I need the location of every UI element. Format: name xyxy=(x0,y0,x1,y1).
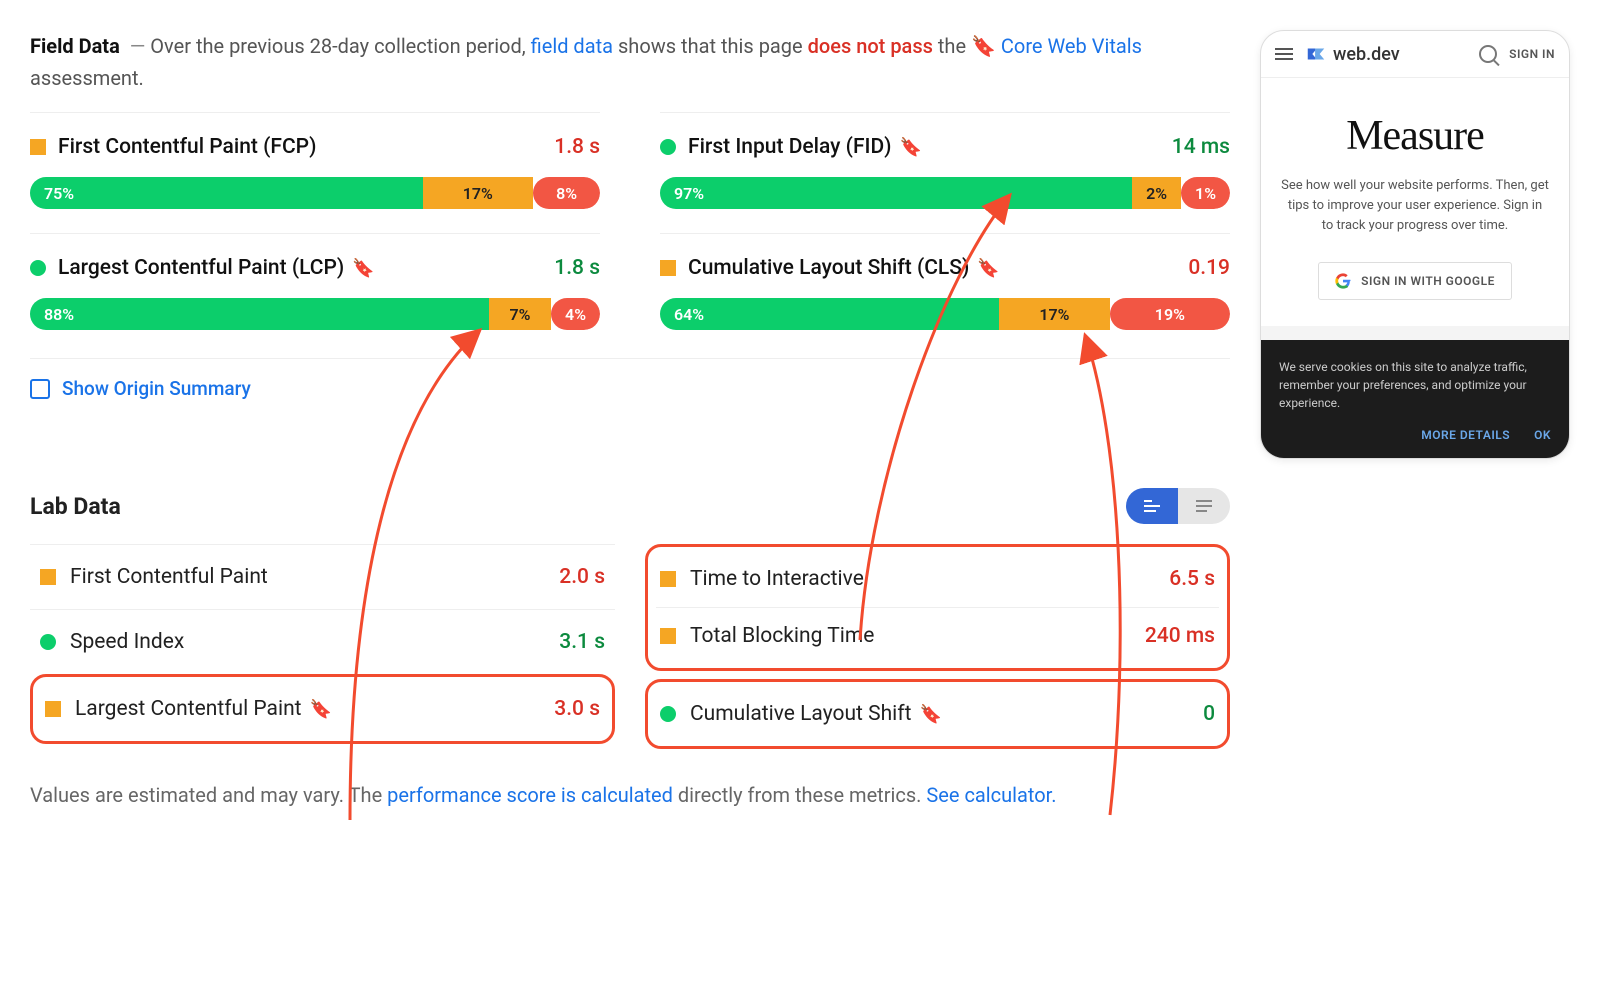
dist-segment: 64% xyxy=(660,298,999,330)
highlight-box: Cumulative Layout Shift 🔖 0 xyxy=(645,679,1230,749)
distribution-bar: 75%17%8% xyxy=(30,177,600,209)
bookmark-icon: 🔖 xyxy=(971,34,996,58)
metric-name: First Input Delay (FID) 🔖 xyxy=(688,135,1160,159)
distribution-bar: 64%17%19% xyxy=(660,298,1230,330)
lab-metric-name: First Contentful Paint xyxy=(70,565,545,589)
lab-metric-value: 2.0 s xyxy=(559,565,605,589)
status-icon xyxy=(40,569,56,585)
checkbox-icon[interactable] xyxy=(30,379,50,399)
status-icon xyxy=(660,628,676,644)
lab-data-heading: Lab Data xyxy=(30,493,121,520)
status-icon xyxy=(660,571,676,587)
sign-in-google-button[interactable]: SIGN IN WITH GOOGLE xyxy=(1318,262,1512,300)
dist-segment: 2% xyxy=(1132,177,1181,209)
perf-score-link[interactable]: performance score is calculated xyxy=(387,783,673,807)
toggle-detailed[interactable] xyxy=(1126,488,1178,524)
lab-row: Speed Index 3.1 s xyxy=(30,609,615,674)
lab-metric-value: 3.0 s xyxy=(554,697,600,721)
metric-value: 1.8 s xyxy=(554,135,600,159)
lab-metric-value: 0 xyxy=(1203,702,1215,726)
lab-row: Time to Interactive 6.5 s xyxy=(656,551,1219,607)
bookmark-icon: 🔖 xyxy=(919,704,941,725)
measure-title: Measure xyxy=(1281,112,1549,160)
lab-metric-name: Speed Index xyxy=(70,630,545,654)
menu-icon[interactable] xyxy=(1275,48,1293,60)
view-toggle[interactable] xyxy=(1126,488,1230,524)
dist-segment: 19% xyxy=(1110,298,1230,330)
metric: Cumulative Layout Shift (CLS) 🔖 0.19 64%… xyxy=(660,233,1230,354)
dist-segment: 17% xyxy=(999,298,1110,330)
status-icon xyxy=(30,139,46,155)
dist-segment: 8% xyxy=(533,177,600,209)
toggle-compact[interactable] xyxy=(1178,488,1230,524)
field-data-link[interactable]: field data xyxy=(531,34,613,58)
distribution-bar: 88%7%4% xyxy=(30,298,600,330)
lab-metric-value: 3.1 s xyxy=(559,630,605,654)
lab-data-grid: First Contentful Paint 2.0 s Speed Index… xyxy=(30,544,1230,749)
bookmark-icon: 🔖 xyxy=(900,137,922,158)
status-icon xyxy=(30,260,46,276)
show-origin-summary[interactable]: Show Origin Summary xyxy=(30,358,1230,418)
measure-desc: See how well your website performs. Then… xyxy=(1281,176,1549,236)
lab-row: Largest Contentful Paint 🔖 3.0 s xyxy=(41,681,604,737)
cookie-ok[interactable]: OK xyxy=(1534,426,1551,444)
field-data-title: Field Data xyxy=(30,34,120,58)
dist-segment: 1% xyxy=(1181,177,1230,209)
cookie-more-details[interactable]: MORE DETAILS xyxy=(1421,426,1510,444)
lab-metric-name: Time to Interactive xyxy=(690,567,1155,591)
lab-metric-value: 6.5 s xyxy=(1169,567,1215,591)
lab-footer: Values are estimated and may vary. The p… xyxy=(30,779,1230,811)
metric-value: 14 ms xyxy=(1172,135,1230,159)
assessment-fail: does not pass xyxy=(808,34,933,58)
bookmark-icon: 🔖 xyxy=(977,258,999,279)
lab-metric-value: 240 ms xyxy=(1145,624,1215,648)
distribution-bar: 97%2%1% xyxy=(660,177,1230,209)
see-calculator-link[interactable]: See calculator. xyxy=(926,783,1056,807)
field-metrics-grid: First Contentful Paint (FCP) 1.8 s 75%17… xyxy=(30,112,1230,354)
dist-segment: 17% xyxy=(423,177,534,209)
metric-name: Cumulative Layout Shift (CLS) 🔖 xyxy=(688,256,1176,280)
metric-name: Largest Contentful Paint (LCP) 🔖 xyxy=(58,256,542,280)
status-icon xyxy=(40,634,56,650)
dist-segment: 97% xyxy=(660,177,1132,209)
dist-segment: 88% xyxy=(30,298,489,330)
device-preview: web.dev SIGN IN Measure See how well you… xyxy=(1260,30,1570,459)
lab-row: Cumulative Layout Shift 🔖 0 xyxy=(656,686,1219,742)
webdev-logo[interactable]: web.dev xyxy=(1305,43,1400,65)
field-data-intro: Field Data — Over the previous 28-day co… xyxy=(30,30,1230,94)
lab-metric-name: Cumulative Layout Shift 🔖 xyxy=(690,702,1189,726)
dist-segment: 7% xyxy=(489,298,551,330)
metric: First Contentful Paint (FCP) 1.8 s 75%17… xyxy=(30,112,600,233)
google-icon xyxy=(1335,273,1351,289)
lab-row: First Contentful Paint 2.0 s xyxy=(30,544,615,609)
metric-value: 0.19 xyxy=(1188,256,1230,280)
dist-segment: 75% xyxy=(30,177,423,209)
highlight-box: Time to Interactive 6.5 s Total Blocking… xyxy=(645,544,1230,671)
status-icon xyxy=(660,706,676,722)
bookmark-icon: 🔖 xyxy=(352,258,374,279)
metric: Largest Contentful Paint (LCP) 🔖 1.8 s 8… xyxy=(30,233,600,354)
status-icon xyxy=(660,139,676,155)
core-web-vitals-link[interactable]: Core Web Vitals xyxy=(1001,34,1142,58)
dist-segment: 4% xyxy=(551,298,600,330)
lab-metric-name: Total Blocking Time xyxy=(690,624,1131,648)
metric-name: First Contentful Paint (FCP) xyxy=(58,135,542,159)
lab-row: Total Blocking Time 240 ms xyxy=(656,607,1219,664)
highlight-box: Largest Contentful Paint 🔖 3.0 s xyxy=(30,674,615,744)
lab-metric-name: Largest Contentful Paint 🔖 xyxy=(75,697,540,721)
search-icon[interactable] xyxy=(1479,45,1497,63)
sign-in-link[interactable]: SIGN IN xyxy=(1509,47,1555,61)
bookmark-icon: 🔖 xyxy=(310,699,332,720)
status-icon xyxy=(45,701,61,717)
metric-value: 1.8 s xyxy=(554,256,600,280)
cookie-banner: We serve cookies on this site to analyze… xyxy=(1261,340,1569,458)
metric: First Input Delay (FID) 🔖 14 ms 97%2%1% xyxy=(660,112,1230,233)
status-icon xyxy=(660,260,676,276)
